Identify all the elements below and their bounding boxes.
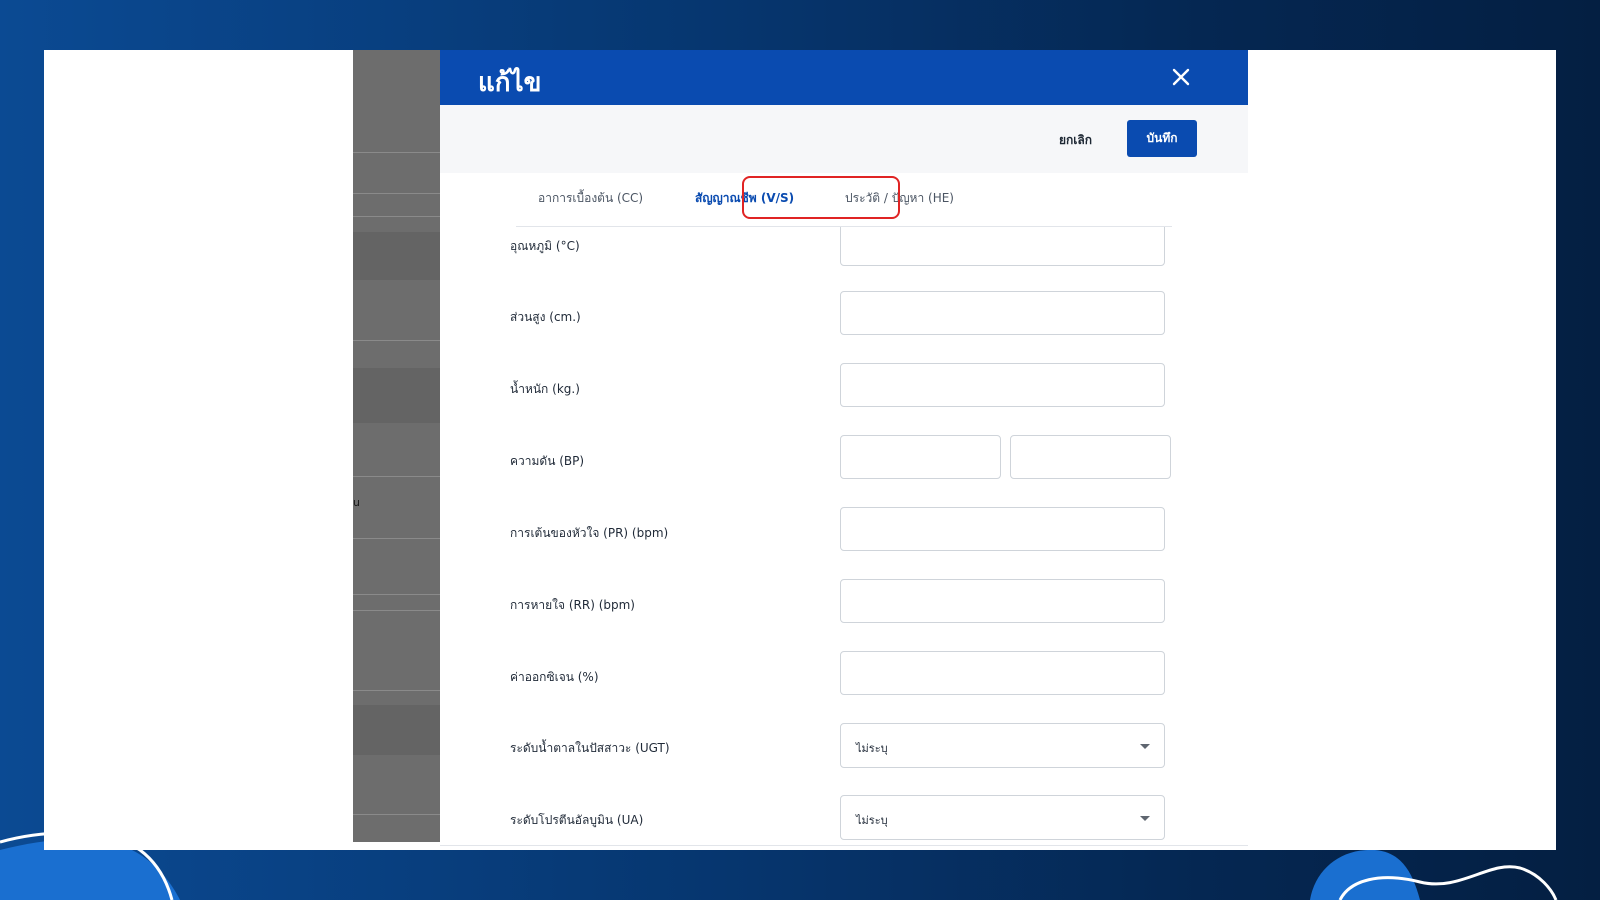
oxygen-field[interactable] bbox=[840, 651, 1165, 695]
blood-pressure-label: ความดัน (BP) bbox=[510, 454, 585, 468]
backdrop-text-fragment: u bbox=[353, 496, 360, 509]
backdrop-divider bbox=[353, 193, 441, 194]
urine-glucose-label: ระดับน้ำตาลในปัสสาวะ (UGT) bbox=[510, 741, 670, 755]
oxygen-label: ค่าออกซิเจน (%) bbox=[510, 670, 599, 684]
respiratory-rate-label: การหายใจ (RR) (bpm) bbox=[510, 598, 635, 612]
backdrop-divider bbox=[353, 690, 441, 691]
vital-signs-form: อุณหภูมิ (°C) ส่วนสูง (cm.) น้ำหนัก (kg.… bbox=[440, 227, 1248, 850]
close-icon[interactable] bbox=[1170, 66, 1192, 88]
chevron-down-icon bbox=[1140, 816, 1150, 821]
pulse-rate-field[interactable] bbox=[840, 507, 1165, 551]
backdrop-divider bbox=[353, 152, 441, 153]
backdrop-divider bbox=[353, 814, 441, 815]
urine-glucose-selected-value: ไม่ระบุ bbox=[856, 742, 888, 755]
urine-albumin-label: ระดับโปรตีนอัลบูมิน (UA) bbox=[510, 813, 644, 827]
backdrop-band bbox=[353, 705, 441, 755]
save-button[interactable]: บันทึก bbox=[1127, 120, 1197, 157]
temperature-field[interactable] bbox=[840, 227, 1165, 266]
backdrop-band bbox=[353, 232, 441, 280]
backdrop-overlay: u bbox=[353, 50, 441, 842]
tab-chief-complaint[interactable]: อาการเบื้องต้น (CC) bbox=[538, 184, 643, 212]
diastolic-field[interactable] bbox=[1010, 435, 1171, 479]
height-field[interactable] bbox=[840, 291, 1165, 335]
pulse-rate-label: การเต้นของหัวใจ (PR) (bpm) bbox=[510, 526, 669, 540]
dialog-bottom-divider bbox=[440, 845, 1248, 846]
screenshot-canvas: u แก้ไข ยกเลิก บันทึก อาการเบื้องต้น (CC… bbox=[44, 50, 1556, 850]
backdrop-divider bbox=[353, 216, 441, 217]
dialog-title: แก้ไข bbox=[478, 68, 542, 98]
respiratory-rate-field[interactable] bbox=[840, 579, 1165, 623]
tab-history[interactable]: ประวัติ / ปัญหา (HE) bbox=[845, 184, 954, 212]
height-label: ส่วนสูง (cm.) bbox=[510, 310, 581, 324]
backdrop-divider bbox=[353, 610, 441, 611]
urine-glucose-select[interactable]: ไม่ระบุ bbox=[840, 723, 1165, 768]
weight-label: น้ำหนัก (kg.) bbox=[510, 382, 580, 396]
urine-albumin-selected-value: ไม่ระบุ bbox=[856, 814, 888, 827]
dialog-action-bar: ยกเลิก บันทึก bbox=[440, 105, 1248, 173]
backdrop-band bbox=[353, 368, 441, 423]
backdrop-divider bbox=[353, 538, 441, 539]
backdrop-divider bbox=[353, 594, 441, 595]
backdrop-divider bbox=[353, 340, 441, 341]
urine-albumin-select[interactable]: ไม่ระบุ bbox=[840, 795, 1165, 840]
temperature-label: อุณหภูมิ (°C) bbox=[510, 239, 580, 253]
chevron-down-icon bbox=[1140, 744, 1150, 749]
edit-dialog: แก้ไข ยกเลิก บันทึก อาการเบื้องต้น (CC) … bbox=[440, 50, 1248, 850]
cancel-button[interactable]: ยกเลิก bbox=[1059, 131, 1092, 150]
weight-field[interactable] bbox=[840, 363, 1165, 407]
tab-vital-signs[interactable]: สัญญาณชีพ (V/S) bbox=[695, 184, 794, 212]
backdrop-divider bbox=[353, 476, 441, 477]
tab-bar: อาการเบื้องต้น (CC) สัญญาณชีพ (V/S) ประว… bbox=[516, 176, 1172, 227]
dialog-header: แก้ไข bbox=[440, 50, 1248, 105]
systolic-field[interactable] bbox=[840, 435, 1001, 479]
